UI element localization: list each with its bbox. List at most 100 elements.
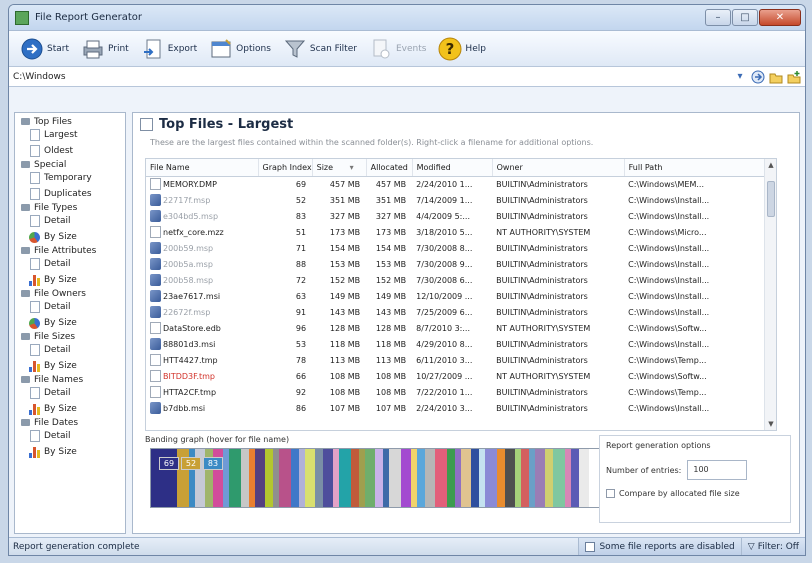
folder-icon[interactable] (769, 70, 783, 84)
band-segment[interactable] (401, 449, 411, 507)
file-name-cell[interactable]: netfx_core.mzz (146, 224, 258, 240)
band-segment[interactable] (351, 449, 359, 507)
band-segment[interactable] (579, 449, 589, 507)
start-button[interactable]: Start (15, 35, 74, 63)
band-segment[interactable] (425, 449, 435, 507)
band-segment[interactable] (375, 449, 383, 507)
column-size[interactable]: Size ▾ (312, 159, 367, 177)
tree-item[interactable]: Detail (17, 385, 123, 401)
help-button[interactable]: ? Help (433, 35, 491, 63)
band-segment[interactable] (323, 449, 333, 507)
band-segment[interactable] (497, 449, 505, 507)
file-name-cell[interactable]: HTT4427.tmp (146, 352, 258, 368)
tree-item[interactable]: Largest (17, 127, 123, 143)
column-graph-index[interactable]: Graph Index (258, 159, 313, 177)
table-row[interactable]: HTT4427.tmp 78 113 MB 113 MB 6/11/2010 3... B… (146, 352, 764, 368)
file-name-cell[interactable]: 23ae7617.msi (146, 288, 258, 304)
band-segment[interactable] (389, 449, 401, 507)
table-row[interactable]: 22717f.msp 52 351 MB 351 MB 7/14/2009 1... BU… (146, 192, 764, 208)
scroll-down-icon[interactable]: ▼ (765, 418, 776, 430)
tree-item[interactable]: By Size (17, 358, 123, 374)
file-name-cell[interactable]: 22717f.msp (146, 192, 258, 208)
print-button[interactable]: Print (76, 35, 134, 63)
band-segment[interactable] (265, 449, 273, 507)
column-owner[interactable]: Owner (492, 159, 625, 177)
band-segment[interactable] (521, 449, 529, 507)
tree-category[interactable]: Special (17, 159, 123, 170)
tree-category[interactable]: Top Files (17, 116, 123, 127)
band-segment[interactable] (571, 449, 579, 507)
band-segment[interactable] (485, 449, 497, 507)
column-modified[interactable]: Modified (412, 159, 493, 177)
file-name-cell[interactable]: 22672f.msp (146, 304, 258, 320)
band-segment[interactable] (305, 449, 315, 507)
band-segment[interactable] (229, 449, 241, 507)
tree-item[interactable]: By Size (17, 272, 123, 288)
minimize-button[interactable]: – (705, 9, 731, 26)
scroll-thumb[interactable] (767, 181, 775, 217)
table-row[interactable]: b7dbb.msi 86 107 MB 107 MB 2/24/2010 3... BUI… (146, 400, 764, 416)
dropdown-arrow-icon[interactable]: ▾ (733, 70, 747, 84)
tree-category[interactable]: File Attributes (17, 245, 123, 256)
band-segment[interactable] (545, 449, 553, 507)
table-row[interactable]: 88801d3.msi 53 118 MB 118 MB 4/29/2010 8... B… (146, 336, 764, 352)
options-button[interactable]: Options (204, 35, 276, 63)
tree-item[interactable]: Detail (17, 342, 123, 358)
tree-item[interactable]: By Size (17, 229, 123, 245)
file-name-cell[interactable]: 200b5a.msp (146, 256, 258, 272)
compare-allocated-checkbox[interactable] (606, 489, 615, 498)
tree-category[interactable]: File Names (17, 374, 123, 385)
band-segment[interactable] (471, 449, 479, 507)
close-button[interactable]: ✕ (759, 9, 801, 26)
band-segment[interactable] (447, 449, 455, 507)
table-row[interactable]: netfx_core.mzz 51 173 MB 173 MB 3/18/2010 5.… (146, 224, 764, 240)
go-button-icon[interactable] (751, 70, 765, 84)
tree-item[interactable]: Detail (17, 256, 123, 272)
tree-item[interactable]: Oldest (17, 143, 123, 159)
band-segment[interactable] (553, 449, 565, 507)
file-name-cell[interactable]: 200b59.msp (146, 240, 258, 256)
tree-item[interactable]: Temporary (17, 170, 123, 186)
address-path[interactable]: C:\Windows (13, 72, 66, 82)
filter-status-indicator[interactable]: ▽ Filter: Off (740, 538, 805, 555)
scroll-up-icon[interactable]: ▲ (765, 159, 776, 171)
band-segment[interactable] (241, 449, 249, 507)
band-segment[interactable] (435, 449, 447, 507)
band-segment[interactable] (255, 449, 265, 507)
table-row[interactable]: 200b5a.msp 88 153 MB 153 MB 7/30/2008 9... BU… (146, 256, 764, 272)
maximize-button[interactable]: □ (732, 9, 758, 26)
column-file-name[interactable]: File Name (146, 159, 259, 177)
table-row[interactable]: DataStore.edb 96 128 MB 128 MB 8/7/2010 3:..… (146, 320, 764, 336)
tree-item[interactable]: By Size (17, 444, 123, 460)
scan-filter-button[interactable]: Scan Filter (278, 35, 362, 63)
table-row[interactable]: 200b58.msp 72 152 MB 152 MB 7/30/2008 6... BU… (146, 272, 764, 288)
band-segment[interactable] (291, 449, 299, 507)
events-button[interactable]: Events (364, 35, 431, 63)
table-row[interactable]: 23ae7617.msi 63 149 MB 149 MB 12/10/2009 ...… (146, 288, 764, 304)
file-name-cell[interactable]: DataStore.edb (146, 320, 258, 336)
table-scrollbar[interactable]: ▲ ▼ (764, 159, 776, 430)
tree-item[interactable]: Detail (17, 428, 123, 444)
band-segment[interactable] (505, 449, 515, 507)
entries-input[interactable]: 100 (687, 460, 748, 480)
file-name-cell[interactable]: MEMORY.DMP (146, 176, 258, 192)
table-row[interactable]: BITDD3F.tmp 66 108 MB 108 MB 10/27/2009 ... N… (146, 368, 764, 384)
tree-item[interactable]: Duplicates (17, 186, 123, 202)
tree-item[interactable]: Detail (17, 213, 123, 229)
reports-disabled-indicator[interactable]: Some file reports are disabled (578, 538, 741, 555)
tree-item[interactable]: Detail (17, 299, 123, 315)
tree-item[interactable]: By Size (17, 315, 123, 331)
new-folder-icon[interactable] (787, 70, 801, 84)
band-segment[interactable] (279, 449, 291, 507)
table-row[interactable]: HTTA2CF.tmp 92 108 MB 108 MB 7/22/2010 1... B… (146, 384, 764, 400)
compare-allocated-checkbox-row[interactable]: Compare by allocated file size (606, 489, 784, 498)
table-row[interactable]: MEMORY.DMP 69 457 MB 457 MB 2/24/2010 1... BU… (146, 176, 764, 192)
file-name-cell[interactable]: b7dbb.msi (146, 400, 258, 416)
file-name-cell[interactable]: e304bd5.msp (146, 208, 258, 224)
band-segment[interactable] (461, 449, 471, 507)
band-segment[interactable] (535, 449, 545, 507)
file-name-cell[interactable]: 88801d3.msi (146, 336, 258, 352)
band-segment[interactable] (365, 449, 375, 507)
tree-item[interactable]: By Size (17, 401, 123, 417)
column-full-path[interactable]: Full Path (624, 159, 765, 177)
